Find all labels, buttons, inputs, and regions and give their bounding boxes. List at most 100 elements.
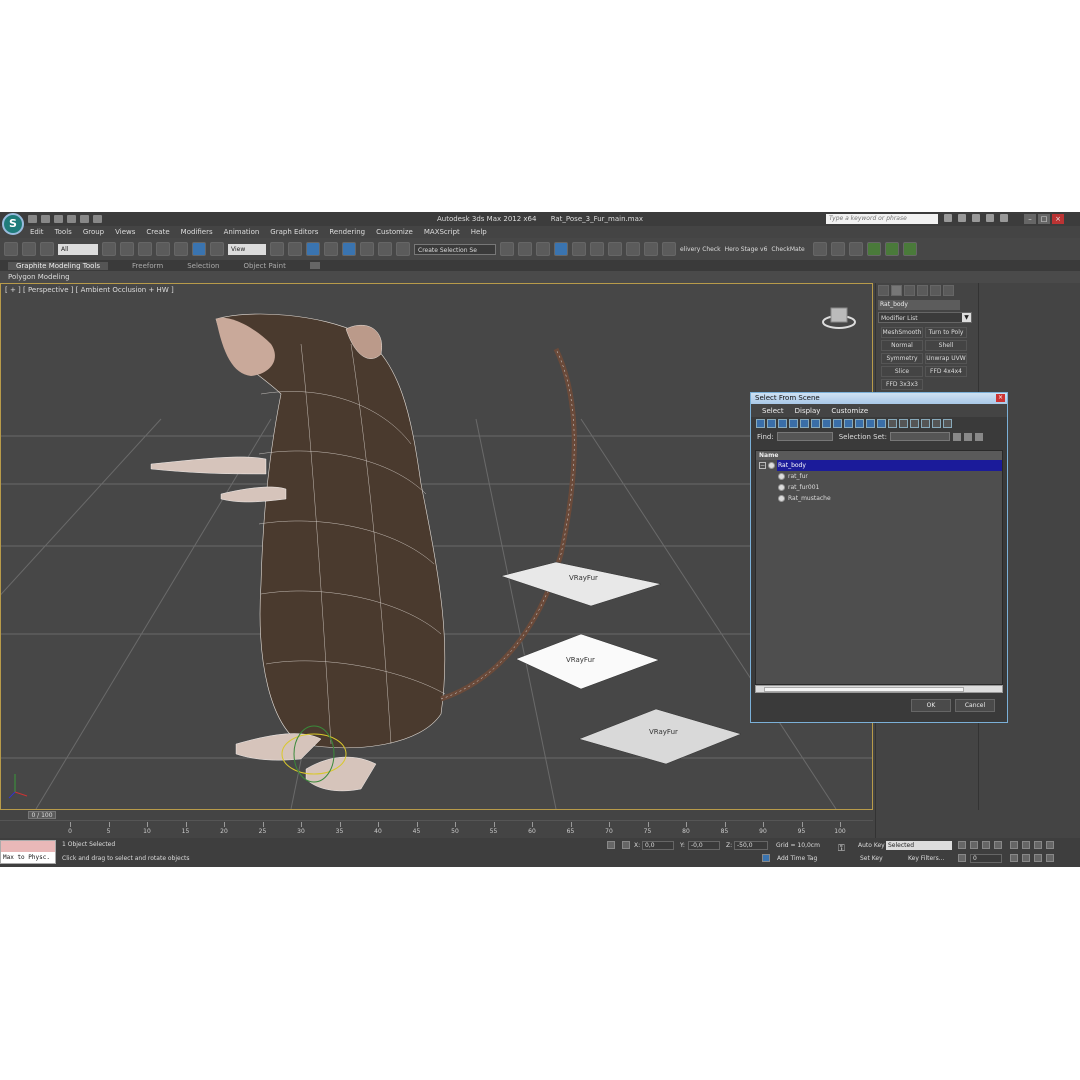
curve-editor-icon[interactable] — [572, 242, 586, 256]
key-icon[interactable]: ⚿ — [838, 844, 845, 854]
zoom-extents-icon[interactable] — [1034, 841, 1042, 849]
modifier-normal-button[interactable]: Normal — [881, 340, 923, 351]
auto-key-button[interactable]: Auto Key — [858, 842, 885, 849]
collapse-icon[interactable]: − — [759, 462, 766, 469]
perspective-viewport[interactable]: [ + ] [ Perspective ] [ Ambient Occlusio… — [0, 283, 873, 810]
hierarchy-tab-icon[interactable] — [904, 285, 915, 296]
named-selection-set-dropdown[interactable]: Create Selection Se — [414, 243, 496, 255]
column-header-name[interactable]: Name — [756, 451, 1002, 460]
plugin-checkmate[interactable]: CheckMate — [771, 246, 804, 253]
menu-views[interactable]: Views — [115, 228, 135, 236]
plugin-delivery-check[interactable]: elivery Check — [680, 246, 721, 253]
viewcube-icon[interactable] — [821, 306, 857, 330]
modifier-symmetry-button[interactable]: Symmetry — [881, 353, 923, 364]
sync-icon-2[interactable] — [884, 242, 899, 256]
modifier-list-dropdown[interactable]: Modifier List ▼ — [878, 312, 972, 323]
bind-space-warp-icon[interactable] — [40, 242, 54, 256]
ribbon-options-icon[interactable] — [309, 262, 320, 269]
filter-frozen-icon[interactable] — [866, 419, 875, 428]
current-frame-field[interactable]: 0 — [970, 854, 1002, 863]
modifier-shell-button[interactable]: Shell — [925, 340, 967, 351]
menu-rendering[interactable]: Rendering — [329, 228, 365, 236]
key-filters-button[interactable]: Key Filters... — [908, 855, 945, 862]
display-tab-icon[interactable] — [930, 285, 941, 296]
modifier-meshsmooth-button[interactable]: MeshSmooth — [881, 327, 923, 338]
list-item[interactable]: rat_fur — [756, 471, 1002, 482]
track-bar[interactable]: 0 5 10 15 20 25 30 35 40 45 50 55 60 65 70 75 80 85 90 95 10… — [0, 820, 873, 838]
key-mode-dropdown[interactable]: Selected — [886, 841, 952, 850]
filter-spacewarps-icon[interactable] — [811, 419, 820, 428]
tab-graphite-modeling-tools[interactable]: Graphite Modeling Tools — [8, 261, 109, 270]
list-item[interactable]: Rat_mustache — [756, 493, 1002, 504]
container-icon[interactable] — [812, 242, 827, 256]
add-time-tag[interactable]: Add Time Tag — [777, 855, 817, 862]
filter-geometry-icon[interactable] — [756, 419, 765, 428]
dialog-title-bar[interactable]: Select From Scene × — [751, 393, 1007, 404]
select-invert-icon[interactable] — [910, 419, 919, 428]
percent-snap-icon[interactable] — [360, 242, 374, 256]
orbit-icon[interactable] — [1034, 854, 1042, 862]
time-slider-thumb[interactable]: 0 / 100 — [28, 811, 56, 819]
search-input[interactable]: Type a keyword or phrase — [826, 214, 938, 224]
tab-selection[interactable]: Selection — [187, 262, 219, 270]
list-item[interactable]: − Rat_body — [756, 460, 1002, 471]
binoculars-icon[interactable] — [944, 214, 952, 222]
previous-frame-icon[interactable] — [970, 841, 978, 849]
layer-manager-icon[interactable] — [536, 242, 550, 256]
menu-tools[interactable]: Tools — [55, 228, 72, 236]
select-manipulate-icon[interactable] — [288, 242, 302, 256]
modify-tab-icon[interactable] — [891, 285, 902, 296]
minimize-button[interactable]: – — [1024, 214, 1036, 224]
scrollbar-thumb[interactable] — [764, 687, 964, 692]
time-tag-icon[interactable] — [762, 854, 770, 862]
hierarchy-view-icon[interactable] — [953, 432, 962, 441]
select-none-icon[interactable] — [899, 419, 908, 428]
particles-icon[interactable] — [830, 242, 845, 256]
menu-modifiers[interactable]: Modifiers — [181, 228, 213, 236]
funnel-icon[interactable] — [932, 419, 941, 428]
render-icon[interactable] — [662, 242, 676, 256]
play-icon[interactable] — [982, 841, 990, 849]
link-icon[interactable] — [4, 242, 18, 256]
filter-bones-icon[interactable] — [844, 419, 853, 428]
edit-named-selection-icon[interactable] — [396, 242, 410, 256]
cancel-button[interactable]: Cancel — [955, 699, 995, 712]
dialog-close-button[interactable]: × — [996, 394, 1005, 402]
select-rotate-icon[interactable] — [192, 242, 206, 256]
maximize-button[interactable]: □ — [1038, 214, 1050, 224]
star-icon[interactable] — [958, 214, 966, 222]
unlink-icon[interactable] — [22, 242, 36, 256]
tab-object-paint[interactable]: Object Paint — [243, 262, 285, 270]
maximize-viewport-icon[interactable] — [1046, 854, 1054, 862]
absolute-mode-icon[interactable] — [622, 841, 630, 849]
selection-filter-dropdown[interactable]: All — [58, 243, 98, 255]
menu-group[interactable]: Group — [83, 228, 104, 236]
menu-help[interactable]: Help — [471, 228, 487, 236]
help-icon[interactable] — [1000, 214, 1008, 222]
lock-selection-icon[interactable] — [607, 841, 615, 849]
select-object-icon[interactable] — [102, 242, 116, 256]
filter-groups-icon[interactable] — [822, 419, 831, 428]
graphite-toggle-icon[interactable] — [554, 242, 568, 256]
maxscript-listener[interactable]: Max to Physc. — [0, 840, 56, 864]
field-of-view-icon[interactable] — [1010, 854, 1018, 862]
menu-maxscript[interactable]: MAXScript — [424, 228, 460, 236]
modifier-unwrap-uvw-button[interactable]: Unwrap UVW — [925, 353, 967, 364]
modifier-slice-button[interactable]: Slice — [881, 366, 923, 377]
pivot-center-icon[interactable] — [270, 242, 284, 256]
time-slider[interactable]: 0 / 100 — [0, 810, 873, 820]
filter-shapes-icon[interactable] — [767, 419, 776, 428]
spinner-snap-icon[interactable] — [378, 242, 392, 256]
go-to-start-icon[interactable] — [958, 841, 966, 849]
window-crossing-icon[interactable] — [156, 242, 170, 256]
zoom-icon[interactable] — [1010, 841, 1018, 849]
sync-icon-3[interactable] — [902, 242, 917, 256]
object-name-field[interactable]: Rat_body — [878, 300, 960, 310]
menu-edit[interactable]: Edit — [30, 228, 44, 236]
helper-icon[interactable] — [848, 242, 863, 256]
modifier-turn-to-poly-button[interactable]: Turn to Poly — [925, 327, 967, 338]
keyboard-shortcut-icon[interactable] — [306, 242, 320, 256]
modifier-ffd4-button[interactable]: FFD 4x4x4 — [925, 366, 967, 377]
select-move-icon[interactable] — [174, 242, 188, 256]
filter-cameras-icon[interactable] — [789, 419, 798, 428]
